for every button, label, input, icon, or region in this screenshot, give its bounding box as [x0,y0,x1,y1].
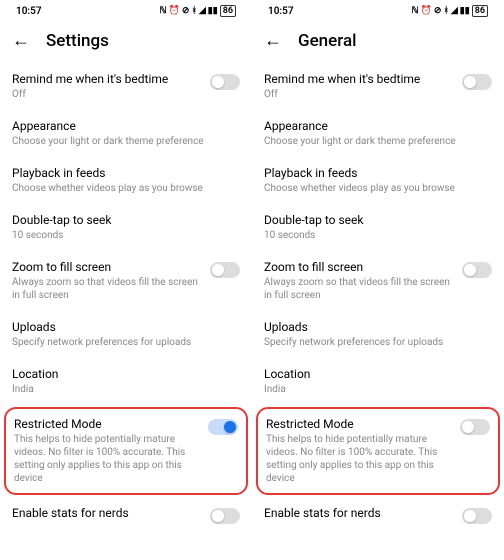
clock: 10:57 [16,6,42,17]
nfc-icon: ℕ [411,6,418,16]
page-title: Settings [46,31,109,51]
signal-icon: ▮▮ [208,6,218,16]
header: ← General [264,22,492,63]
setting-uploads[interactable]: Uploads Specify network preferences for … [264,311,492,358]
restricted-highlight: Restricted Mode This helps to hide poten… [4,407,248,495]
uploads-sub: Specify network preferences for uploads [12,336,240,349]
setting-uploads[interactable]: Uploads Specify network preferences for … [12,311,240,358]
bluetooth-icon: ᚼ [191,6,196,16]
stats-title: Enable stats for nerds [12,506,202,520]
doubletap-sub: 10 seconds [264,229,492,242]
restricted-toggle[interactable] [208,419,238,435]
setting-doubletap[interactable]: Double-tap to seek 10 seconds [264,204,492,251]
settings-panel-right: 10:57 ℕ ⏰ ⊘ ᚼ ◢ ▮▮ 86 ← General Remind m… [252,0,504,560]
setting-bedtime[interactable]: Remind me when it's bedtime Off [12,63,240,110]
restricted-sub: This helps to hide potentially mature vi… [14,433,200,485]
settings-panel-left: 10:57 ℕ ⏰ ⊘ ᚼ ◢ ▮▮ 86 ← Settings Remind … [0,0,252,560]
playback-title: Playback in feeds [264,166,492,180]
status-icons: ℕ ⏰ ⊘ ᚼ ◢ ▮▮ 86 [411,5,488,17]
alarm-icon: ⏰ [169,6,180,16]
zoom-title: Zoom to fill screen [12,260,202,274]
battery-icon: 86 [220,5,236,17]
location-sub: India [12,383,240,396]
bedtime-toggle[interactable] [462,74,492,90]
stats-toggle[interactable] [462,508,492,524]
zoom-sub: Always zoom so that videos fill the scre… [264,276,454,302]
zoom-toggle[interactable] [462,262,492,278]
bedtime-toggle[interactable] [210,74,240,90]
setting-location[interactable]: Location India [12,358,240,405]
setting-playback[interactable]: Playback in feeds Choose whether videos … [264,157,492,204]
setting-zoom[interactable]: Zoom to fill screen Always zoom so that … [264,251,492,311]
doubletap-title: Double-tap to seek [12,213,240,227]
stats-title: Enable stats for nerds [264,506,454,520]
playback-title: Playback in feeds [12,166,240,180]
playback-sub: Choose whether videos play as you browse [264,182,492,195]
restricted-title: Restricted Mode [266,417,452,431]
dnd-icon: ⊘ [182,6,190,16]
appearance-sub: Choose your light or dark theme preferen… [12,135,240,148]
status-bar: 10:57 ℕ ⏰ ⊘ ᚼ ◢ ▮▮ 86 [12,0,240,22]
appearance-title: Appearance [12,119,240,133]
appearance-title: Appearance [264,119,492,133]
wifi-icon: ◢ [451,6,458,16]
back-arrow-icon[interactable]: ← [12,30,30,51]
doubletap-title: Double-tap to seek [264,213,492,227]
header: ← Settings [12,22,240,63]
setting-zoom[interactable]: Zoom to fill screen Always zoom so that … [12,251,240,311]
setting-doubletap[interactable]: Double-tap to seek 10 seconds [12,204,240,251]
stats-toggle[interactable] [210,508,240,524]
bedtime-sub: Off [264,88,454,101]
zoom-toggle[interactable] [210,262,240,278]
location-title: Location [12,367,240,381]
status-bar: 10:57 ℕ ⏰ ⊘ ᚼ ◢ ▮▮ 86 [264,0,492,22]
clock: 10:57 [268,6,294,17]
uploads-title: Uploads [12,320,240,334]
bluetooth-icon: ᚼ [443,6,448,16]
nfc-icon: ℕ [159,6,166,16]
setting-bedtime[interactable]: Remind me when it's bedtime Off [264,63,492,110]
signal-icon: ▮▮ [460,6,470,16]
bedtime-title: Remind me when it's bedtime [264,72,454,86]
back-arrow-icon[interactable]: ← [264,30,282,51]
setting-playback[interactable]: Playback in feeds Choose whether videos … [12,157,240,204]
setting-appearance[interactable]: Appearance Choose your light or dark the… [264,110,492,157]
restricted-title: Restricted Mode [14,417,200,431]
uploads-title: Uploads [264,320,492,334]
wifi-icon: ◢ [199,6,206,16]
zoom-sub: Always zoom so that videos fill the scre… [12,276,202,302]
bedtime-title: Remind me when it's bedtime [12,72,202,86]
appearance-sub: Choose your light or dark theme preferen… [264,135,492,148]
setting-restricted[interactable]: Restricted Mode This helps to hide poten… [14,415,238,487]
bedtime-sub: Off [12,88,202,101]
uploads-sub: Specify network preferences for uploads [264,336,492,349]
setting-restricted[interactable]: Restricted Mode This helps to hide poten… [266,415,490,487]
setting-location[interactable]: Location India [264,358,492,405]
restricted-sub: This helps to hide potentially mature vi… [266,433,452,485]
location-title: Location [264,367,492,381]
status-icons: ℕ ⏰ ⊘ ᚼ ◢ ▮▮ 86 [159,5,236,17]
dnd-icon: ⊘ [434,6,442,16]
restricted-highlight: Restricted Mode This helps to hide poten… [256,407,500,495]
zoom-title: Zoom to fill screen [264,260,454,274]
location-sub: India [264,383,492,396]
playback-sub: Choose whether videos play as you browse [12,182,240,195]
setting-stats[interactable]: Enable stats for nerds [12,497,240,533]
alarm-icon: ⏰ [421,6,432,16]
doubletap-sub: 10 seconds [12,229,240,242]
restricted-toggle[interactable] [460,419,490,435]
setting-stats[interactable]: Enable stats for nerds [264,497,492,533]
page-title: General [298,31,356,51]
setting-appearance[interactable]: Appearance Choose your light or dark the… [12,110,240,157]
battery-icon: 86 [472,5,488,17]
